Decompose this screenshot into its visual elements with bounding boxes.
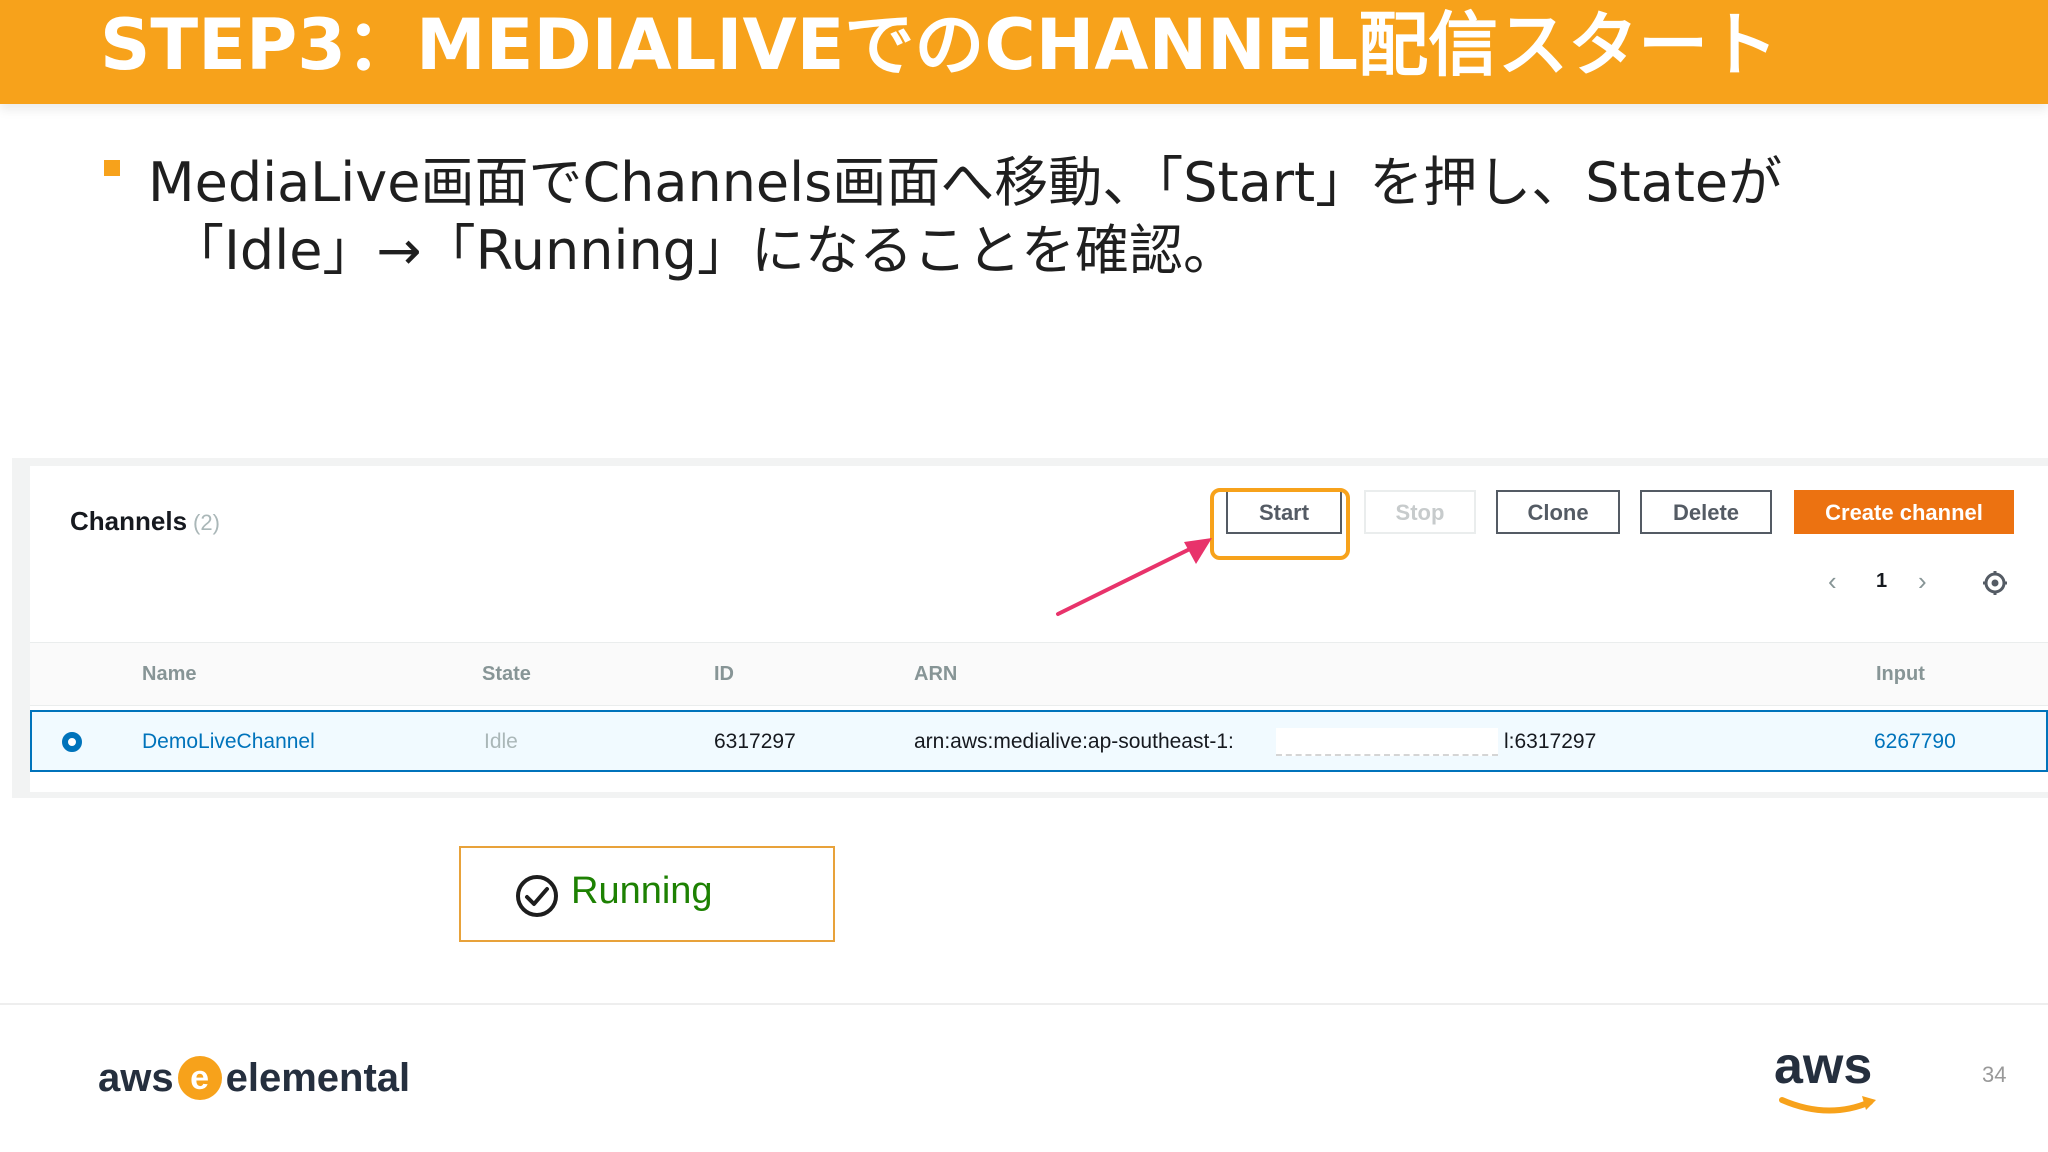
page-number: 34: [1982, 1062, 2007, 1087]
channels-panel: Channels (2) Start Stop Clone Delete Crea…: [30, 466, 2048, 792]
channels-count: (2): [193, 510, 220, 535]
start-highlight-box: [1210, 488, 1350, 560]
check-circle-icon: [516, 875, 558, 917]
bullet-text-line-2: 「Idle」→「Running」になることを確認。: [170, 219, 1237, 282]
column-name[interactable]: Name: [142, 663, 196, 686]
table-row[interactable]: DemoLiveChannel Idle 6317297 arn:aws:med…: [30, 710, 2048, 772]
channel-input-link[interactable]: 6267790: [1874, 730, 1956, 754]
pointer-arrow-icon: [1056, 538, 1212, 616]
medialive-console-screenshot: Channels (2) Start Stop Clone Delete Crea…: [12, 458, 2048, 798]
channels-title: Channels: [70, 506, 188, 536]
channel-arn-prefix: arn:aws:medialive:ap-southeast-1:: [914, 730, 1234, 753]
aws-logo: aws: [1774, 1036, 1894, 1116]
column-state[interactable]: State: [482, 663, 531, 686]
logo-elemental-word: elemental: [225, 1055, 411, 1100]
channel-arn-suffix: l:6317297: [1504, 730, 1597, 753]
column-arn[interactable]: ARN: [914, 663, 957, 686]
table-header: Name State ID ARN Input: [30, 642, 2048, 706]
slide-title: STEP3：MEDIALIVEでのCHANNEL配信スタート: [100, 4, 1779, 86]
bullet-marker: [104, 160, 120, 176]
aws-logo-text: aws: [1774, 1037, 1873, 1095]
pagination-prev-icon[interactable]: ‹: [1828, 566, 1837, 597]
channels-heading: Channels (2): [70, 506, 220, 537]
pagination-next-icon[interactable]: ›: [1918, 566, 1927, 597]
settings-gear-icon[interactable]: [1982, 570, 2008, 596]
channel-state: Idle: [484, 730, 518, 753]
stop-button[interactable]: Stop: [1364, 490, 1476, 534]
channel-name-link[interactable]: DemoLiveChannel: [142, 730, 315, 754]
aws-elemental-logo: aws e elemental: [98, 1048, 410, 1108]
row-select-radio[interactable]: [62, 732, 82, 752]
pagination-page[interactable]: 1: [1876, 570, 1887, 593]
footer-divider: [0, 1003, 2048, 1005]
running-status-callout: Running: [459, 846, 835, 942]
column-input[interactable]: Input: [1876, 663, 1925, 686]
aws-smile-icon: [1779, 1096, 1876, 1114]
running-status-label: Running: [571, 870, 713, 912]
clone-button[interactable]: Clone: [1496, 490, 1620, 534]
title-bar: STEP3：MEDIALIVEでのCHANNEL配信スタート: [0, 0, 2048, 104]
create-channel-button[interactable]: Create channel: [1794, 490, 2014, 534]
logo-e-badge: e: [177, 1056, 222, 1100]
logo-aws-word: aws: [98, 1055, 174, 1100]
channel-id: 6317297: [714, 730, 796, 753]
arn-redaction: [1276, 728, 1498, 756]
column-id[interactable]: ID: [714, 663, 734, 686]
delete-button[interactable]: Delete: [1640, 490, 1772, 534]
